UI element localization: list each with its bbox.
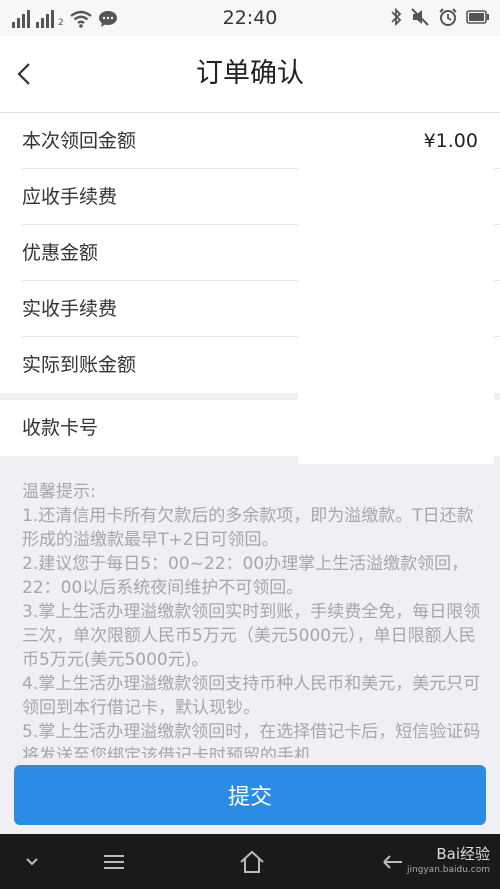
row-label: 实际到账金额: [22, 354, 137, 376]
row-value: ¥1.00: [423, 130, 478, 152]
mute-icon: [411, 8, 429, 26]
watermark-text: Bai经验: [436, 845, 490, 863]
submit-button[interactable]: 提交: [14, 765, 486, 825]
system-nav-bar: Bai经验 jingyan.baidu.com: [0, 834, 500, 889]
page-title: 订单确认: [196, 58, 304, 89]
row-label: 本次领回金额: [22, 130, 137, 152]
row-label: 优惠金额: [22, 242, 99, 264]
watermark-sub: jingyan.baidu.com: [406, 865, 490, 875]
tips-section: 温馨提示: 1.还清信用卡所有欠款后的多余款项，即为溢缴款。T日还款形成的溢缴款…: [22, 480, 484, 760]
chevron-down-icon[interactable]: [16, 848, 48, 876]
watermark: Bai经验 jingyan.baidu.com: [407, 846, 490, 878]
tip-item: 2.建议您于每日5：00~22：00办理掌上生活溢缴款领回，22：00以后系统夜…: [22, 554, 469, 598]
menu-icon[interactable]: [98, 848, 130, 876]
back-nav-icon[interactable]: [376, 848, 408, 876]
row-amount: 本次领回金额 ¥1.00: [0, 113, 500, 169]
tip-item: 3.掌上生活办理溢缴款领回实时到账，手续费全免，每日限领三次，单次限额人民币5万…: [22, 602, 481, 670]
row-label: 实收手续费: [22, 298, 118, 320]
tip-item: 4.掌上生活办理溢缴款领回支持币种人民币和美元，美元只可领回到本行借记卡，默认现…: [22, 674, 481, 718]
tip-item: 5.掌上生活办理溢缴款领回时，在选择借记卡后，短信验证码将发送至您绑定该借记卡时…: [22, 722, 481, 760]
battery-icon: [466, 10, 489, 24]
status-right-icons: [390, 7, 490, 27]
bluetooth-icon: [391, 7, 402, 27]
tip-item: 1.还清信用卡所有欠款后的多余款项，即为溢缴款。T日还款形成的溢缴款最早T+2日…: [22, 506, 474, 550]
nav-bar: 订单确认: [0, 36, 500, 113]
home-icon[interactable]: [236, 848, 268, 876]
alarm-icon: [439, 8, 457, 26]
value-panel-overlay: [298, 168, 494, 464]
row-label: 应收手续费: [22, 186, 118, 208]
card-number-label: 收款卡号: [22, 417, 99, 439]
tips-title: 温馨提示:: [22, 482, 96, 502]
footer-bar: 提交: [0, 758, 500, 834]
status-bar: 2 22:40: [0, 0, 500, 36]
